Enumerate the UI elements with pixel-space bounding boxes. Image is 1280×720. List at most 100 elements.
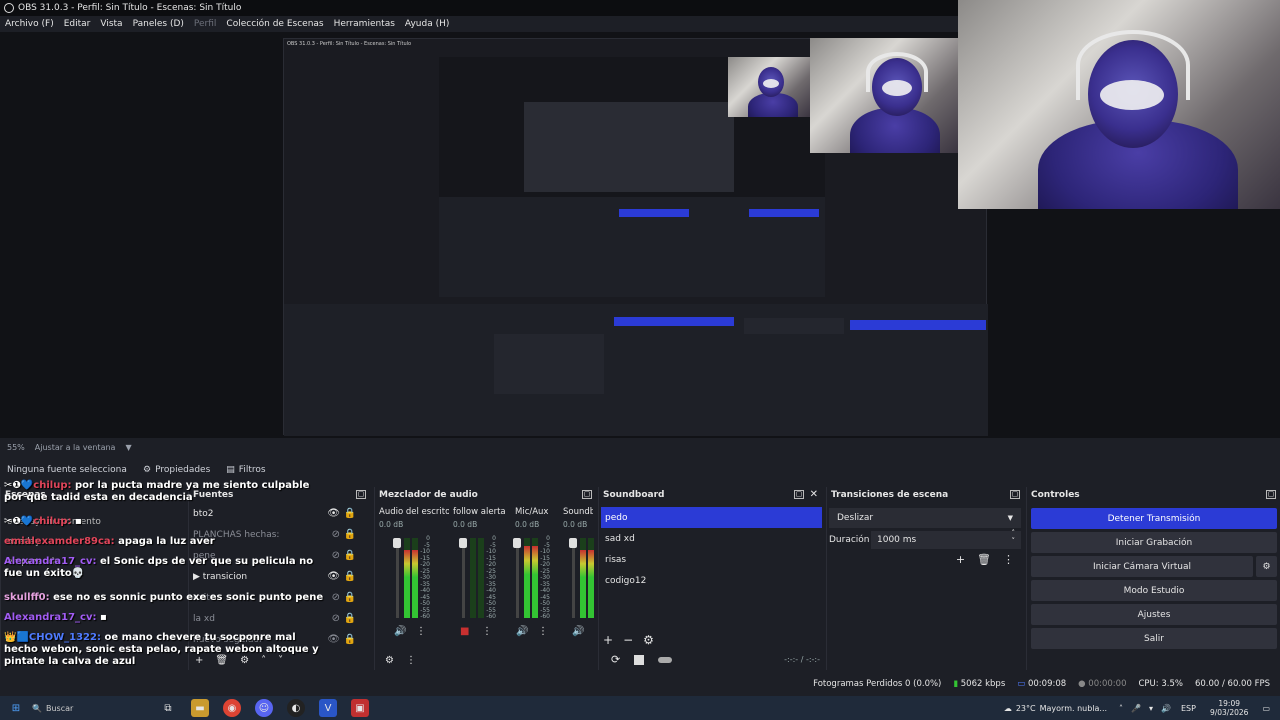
volume-fader[interactable]	[572, 538, 575, 618]
source-item[interactable]: ▶ transicion 👁 🔒	[189, 566, 370, 587]
menu-archivo[interactable]: Archivo (F)	[5, 19, 54, 29]
gear-icon[interactable]: ⚙	[643, 633, 654, 647]
add-icon[interactable]: +	[956, 553, 965, 566]
more-icon[interactable]: ⋮	[482, 626, 492, 637]
scene-item[interactable]: overlay	[1, 537, 186, 547]
close-icon[interactable]: ✕	[810, 487, 818, 503]
search-box[interactable]: 🔍 Buscar	[32, 704, 152, 713]
start-virtual-camera-button[interactable]: Iniciar Cámara Virtual	[1031, 556, 1253, 577]
wifi-icon[interactable]: ▾	[1149, 704, 1153, 713]
add-icon[interactable]: +	[195, 655, 203, 666]
remove-icon[interactable]: −	[623, 633, 633, 647]
restart-icon[interactable]: ⟳	[611, 653, 620, 666]
speaker-icon[interactable]: 🔊	[516, 626, 528, 637]
soundboard-item[interactable]: codigo12	[601, 570, 822, 591]
muted-speaker-icon[interactable]: ■	[460, 626, 469, 637]
fit-window-toggle[interactable]: Ajustar a la ventana	[35, 443, 116, 452]
menu-paneles[interactable]: Paneles (D)	[133, 19, 184, 29]
lock-icon[interactable]: 🔒	[344, 634, 356, 645]
duration-input[interactable]: 1000 ms ˄ ˅	[871, 529, 1021, 549]
file-explorer-icon[interactable]: ▬	[191, 699, 209, 717]
lock-icon[interactable]: 🔒	[344, 613, 356, 624]
preview-area[interactable]: OBS 31.0.3 - Perfil: Sin Título - Escena…	[0, 0, 1280, 438]
studio-mode-button[interactable]: Modo Estudio	[1031, 580, 1277, 601]
eye-icon[interactable]: 👁	[327, 634, 340, 645]
language-indicator[interactable]: ESP	[1181, 704, 1196, 713]
undock-icon[interactable]: ▢	[582, 490, 592, 499]
soundboard-item[interactable]: pedo	[601, 507, 822, 528]
fader-knob[interactable]	[569, 538, 577, 548]
more-icon[interactable]: ⋮	[538, 626, 548, 637]
source-item[interactable]: exit ⊘ 🔒	[189, 587, 370, 608]
volume-icon[interactable]: 🔊	[1161, 704, 1171, 713]
start-recording-button[interactable]: Iniciar Grabación	[1031, 532, 1277, 553]
menu-ayuda[interactable]: Ayuda (H)	[405, 19, 449, 29]
menu-coleccion-escenas[interactable]: Colección de Escenas	[226, 19, 323, 29]
lock-icon[interactable]: 🔒	[344, 529, 356, 540]
chevron-down-icon[interactable]: ▼	[125, 443, 131, 452]
menu-vista[interactable]: Vista	[100, 19, 122, 29]
filters-button[interactable]: ▤ Filtros	[226, 465, 265, 475]
eye-icon[interactable]: 👁	[327, 508, 340, 519]
properties-button[interactable]: ⚙ Propiedades	[143, 465, 210, 475]
obs-taskbar-icon[interactable]: ◐	[287, 699, 305, 717]
exit-button[interactable]: Salir	[1031, 628, 1277, 649]
soundboard-item[interactable]: risas	[601, 549, 822, 570]
seek-slider[interactable]	[658, 656, 673, 663]
discord-icon[interactable]: ☺	[255, 699, 273, 717]
gear-icon[interactable]: ⚙	[1256, 556, 1277, 577]
more-icon[interactable]: ⋮	[416, 626, 426, 637]
weather-icon[interactable]: ☁	[1004, 704, 1012, 713]
volume-fader[interactable]	[462, 538, 465, 618]
spinner-icon[interactable]: ˄ ˅	[1012, 529, 1016, 545]
more-icon[interactable]: ⋮	[1003, 553, 1014, 566]
volume-fader[interactable]	[396, 538, 399, 618]
stop-streaming-button[interactable]: Detener Transmisión	[1031, 508, 1277, 529]
fader-knob[interactable]	[459, 538, 467, 548]
trash-icon[interactable]: 🗑	[215, 655, 228, 666]
eye-hidden-icon[interactable]: ⊘	[332, 592, 340, 603]
chevron-up-icon[interactable]: ˄	[1119, 704, 1123, 713]
transition-select[interactable]: Deslizar ▼	[829, 508, 1021, 528]
task-view-icon[interactable]: ⧉	[159, 699, 177, 717]
vscode-icon[interactable]: V	[319, 699, 337, 717]
source-item[interactable]: nuevo seguidor 👁 🔒	[189, 629, 370, 650]
source-item[interactable]: PLANCHAS hechas: ⊘ 🔒	[189, 524, 370, 545]
fader-knob[interactable]	[513, 538, 521, 548]
scene-item[interactable]: empezando	[1, 557, 186, 567]
soundboard-item[interactable]: sad xd	[601, 528, 822, 549]
settings-button[interactable]: Ajustes	[1031, 604, 1277, 625]
add-icon[interactable]: +	[603, 633, 613, 647]
eye-hidden-icon[interactable]: ⊘	[332, 529, 340, 540]
app-icon[interactable]: ▣	[351, 699, 369, 717]
speaker-icon[interactable]: 🔊	[394, 626, 406, 637]
eye-icon[interactable]: 👁	[327, 571, 340, 582]
clock[interactable]: 19:09 9/03/2026	[1210, 699, 1248, 717]
volume-fader[interactable]	[516, 538, 519, 618]
lock-icon[interactable]: 🔒	[344, 550, 356, 561]
source-item[interactable]: bto2 👁 🔒	[189, 503, 370, 524]
source-item[interactable]: la xd ⊘ 🔒	[189, 608, 370, 629]
menu-editar[interactable]: Editar	[64, 19, 91, 29]
lock-icon[interactable]: 🔒	[344, 592, 356, 603]
undock-icon[interactable]: ▢	[1266, 490, 1276, 499]
speaker-icon[interactable]: 🔊	[572, 626, 584, 637]
windows-start-icon[interactable]: ⊞	[7, 699, 25, 717]
fader-knob[interactable]	[393, 538, 401, 548]
notification-icon[interactable]: ▭	[1262, 704, 1270, 713]
lock-icon[interactable]: 🔒	[344, 508, 356, 519]
source-item[interactable]: pene ⊘ 🔒	[189, 545, 370, 566]
undock-icon[interactable]: ▢	[794, 490, 804, 499]
scene-item[interactable]: overlay un momento	[1, 517, 186, 527]
mic-icon[interactable]: 🎤	[1131, 704, 1141, 713]
undock-icon[interactable]: ▢	[1010, 490, 1020, 499]
gear-icon[interactable]: ⚙	[385, 655, 394, 666]
chrome-icon[interactable]: ◉	[223, 699, 241, 717]
more-icon[interactable]: ⋮	[406, 655, 416, 666]
menu-herramientas[interactable]: Herramientas	[334, 19, 395, 29]
trash-icon[interactable]: 🗑	[977, 553, 991, 566]
gear-icon[interactable]: ⚙	[240, 655, 249, 666]
chevron-up-icon[interactable]: ˄	[261, 655, 266, 666]
eye-hidden-icon[interactable]: ⊘	[332, 550, 340, 561]
lock-icon[interactable]: 🔒	[344, 571, 356, 582]
